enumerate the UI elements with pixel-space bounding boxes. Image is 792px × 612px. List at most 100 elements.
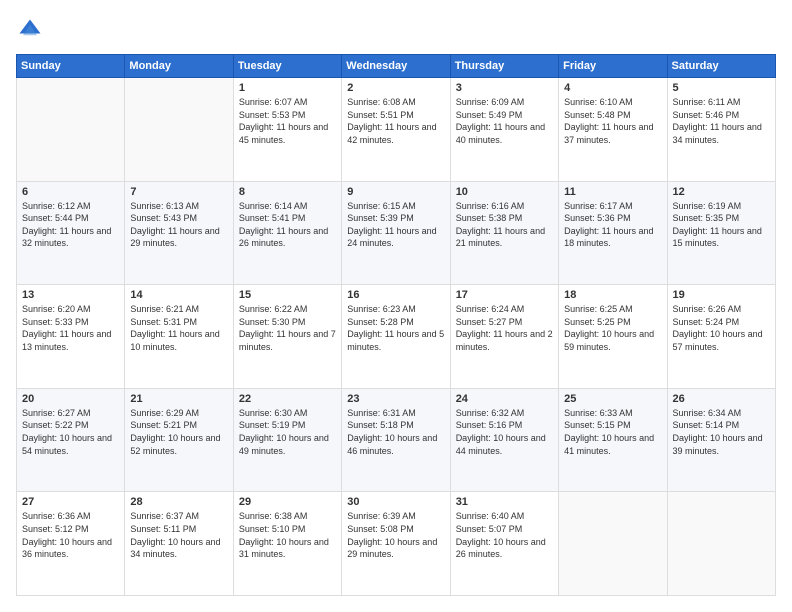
weekday-header-tuesday: Tuesday: [233, 55, 341, 78]
day-info: Sunrise: 6:07 AMSunset: 5:53 PMDaylight:…: [239, 96, 336, 146]
day-number: 23: [347, 393, 444, 405]
weekday-header-thursday: Thursday: [450, 55, 558, 78]
day-info: Sunrise: 6:14 AMSunset: 5:41 PMDaylight:…: [239, 200, 336, 250]
week-row-3: 20Sunrise: 6:27 AMSunset: 5:22 PMDayligh…: [17, 388, 776, 492]
day-number: 17: [456, 289, 553, 301]
calendar-cell: 22 Sunrise: 6:30 AMSunset: 5:19 PMDayligh…: [233, 388, 341, 492]
day-number: 7: [130, 186, 227, 198]
calendar-cell: 29 Sunrise: 6:38 AMSunset: 5:10 PMDayligh…: [233, 492, 341, 596]
day-number: 1: [239, 82, 336, 94]
day-info: Sunrise: 6:25 AMSunset: 5:25 PMDaylight:…: [564, 303, 661, 353]
day-number: 4: [564, 82, 661, 94]
calendar-cell: 3 Sunrise: 6:09 AMSunset: 5:49 PMDaylight…: [450, 78, 558, 182]
day-number: 27: [22, 496, 119, 508]
day-info: Sunrise: 6:26 AMSunset: 5:24 PMDaylight:…: [673, 303, 770, 353]
day-info: Sunrise: 6:09 AMSunset: 5:49 PMDaylight:…: [456, 96, 553, 146]
weekday-header-friday: Friday: [559, 55, 667, 78]
weekday-header-sunday: Sunday: [17, 55, 125, 78]
calendar-table: SundayMondayTuesdayWednesdayThursdayFrid…: [16, 54, 776, 596]
calendar-cell: 27 Sunrise: 6:36 AMSunset: 5:12 PMDayligh…: [17, 492, 125, 596]
day-info: Sunrise: 6:12 AMSunset: 5:44 PMDaylight:…: [22, 200, 119, 250]
day-info: Sunrise: 6:39 AMSunset: 5:08 PMDaylight:…: [347, 510, 444, 560]
week-row-0: 1 Sunrise: 6:07 AMSunset: 5:53 PMDaylight…: [17, 78, 776, 182]
calendar-cell: 5 Sunrise: 6:11 AMSunset: 5:46 PMDaylight…: [667, 78, 775, 182]
logo: [16, 16, 48, 44]
day-info: Sunrise: 6:31 AMSunset: 5:18 PMDaylight:…: [347, 407, 444, 457]
calendar-cell: 15 Sunrise: 6:22 AMSunset: 5:30 PMDayligh…: [233, 285, 341, 389]
day-info: Sunrise: 6:33 AMSunset: 5:15 PMDaylight:…: [564, 407, 661, 457]
day-number: 25: [564, 393, 661, 405]
day-number: 6: [22, 186, 119, 198]
day-info: Sunrise: 6:21 AMSunset: 5:31 PMDaylight:…: [130, 303, 227, 353]
calendar-cell: [667, 492, 775, 596]
day-number: 18: [564, 289, 661, 301]
calendar-cell: 2 Sunrise: 6:08 AMSunset: 5:51 PMDaylight…: [342, 78, 450, 182]
calendar-cell: 18 Sunrise: 6:25 AMSunset: 5:25 PMDayligh…: [559, 285, 667, 389]
calendar-cell: 26 Sunrise: 6:34 AMSunset: 5:14 PMDayligh…: [667, 388, 775, 492]
calendar-cell: [125, 78, 233, 182]
day-info: Sunrise: 6:37 AMSunset: 5:11 PMDaylight:…: [130, 510, 227, 560]
day-info: Sunrise: 6:30 AMSunset: 5:19 PMDaylight:…: [239, 407, 336, 457]
day-number: 2: [347, 82, 444, 94]
day-number: 10: [456, 186, 553, 198]
calendar-cell: 30 Sunrise: 6:39 AMSunset: 5:08 PMDayligh…: [342, 492, 450, 596]
day-info: Sunrise: 6:19 AMSunset: 5:35 PMDaylight:…: [673, 200, 770, 250]
day-number: 16: [347, 289, 444, 301]
day-number: 12: [673, 186, 770, 198]
day-info: Sunrise: 6:13 AMSunset: 5:43 PMDaylight:…: [130, 200, 227, 250]
calendar-cell: 4 Sunrise: 6:10 AMSunset: 5:48 PMDaylight…: [559, 78, 667, 182]
calendar-cell: 20Sunrise: 6:27 AMSunset: 5:22 PMDayligh…: [17, 388, 125, 492]
day-number: 5: [673, 82, 770, 94]
day-number: 15: [239, 289, 336, 301]
day-info: Sunrise: 6:20 AMSunset: 5:33 PMDaylight:…: [22, 303, 119, 353]
day-info: Sunrise: 6:16 AMSunset: 5:38 PMDaylight:…: [456, 200, 553, 250]
weekday-header-monday: Monday: [125, 55, 233, 78]
day-number: 22: [239, 393, 336, 405]
calendar-body: 1 Sunrise: 6:07 AMSunset: 5:53 PMDaylight…: [17, 78, 776, 596]
day-info: Sunrise: 6:10 AMSunset: 5:48 PMDaylight:…: [564, 96, 661, 146]
day-number: 8: [239, 186, 336, 198]
day-number: 19: [673, 289, 770, 301]
day-number: 21: [130, 393, 227, 405]
day-number: 24: [456, 393, 553, 405]
day-number: 13: [22, 289, 119, 301]
calendar-cell: 17Sunrise: 6:24 AMSunset: 5:27 PMDayligh…: [450, 285, 558, 389]
calendar-cell: 1 Sunrise: 6:07 AMSunset: 5:53 PMDaylight…: [233, 78, 341, 182]
week-row-1: 6 Sunrise: 6:12 AMSunset: 5:44 PMDaylight…: [17, 181, 776, 285]
day-info: Sunrise: 6:11 AMSunset: 5:46 PMDaylight:…: [673, 96, 770, 146]
day-number: 26: [673, 393, 770, 405]
calendar-cell: 24 Sunrise: 6:32 AMSunset: 5:16 PMDayligh…: [450, 388, 558, 492]
day-number: 3: [456, 82, 553, 94]
week-row-2: 13 Sunrise: 6:20 AMSunset: 5:33 PMDayligh…: [17, 285, 776, 389]
day-info: Sunrise: 6:08 AMSunset: 5:51 PMDaylight:…: [347, 96, 444, 146]
day-info: Sunrise: 6:27 AMSunset: 5:22 PMDaylight:…: [22, 407, 119, 457]
calendar-cell: 28Sunrise: 6:37 AMSunset: 5:11 PMDayligh…: [125, 492, 233, 596]
day-number: 31: [456, 496, 553, 508]
day-number: 29: [239, 496, 336, 508]
day-info: Sunrise: 6:29 AMSunset: 5:21 PMDaylight:…: [130, 407, 227, 457]
day-info: Sunrise: 6:34 AMSunset: 5:14 PMDaylight:…: [673, 407, 770, 457]
calendar-cell: 25 Sunrise: 6:33 AMSunset: 5:15 PMDayligh…: [559, 388, 667, 492]
calendar-cell: 16 Sunrise: 6:23 AMSunset: 5:28 PMDayligh…: [342, 285, 450, 389]
day-number: 30: [347, 496, 444, 508]
calendar-cell: 6 Sunrise: 6:12 AMSunset: 5:44 PMDaylight…: [17, 181, 125, 285]
calendar-cell: 14 Sunrise: 6:21 AMSunset: 5:31 PMDayligh…: [125, 285, 233, 389]
day-info: Sunrise: 6:36 AMSunset: 5:12 PMDaylight:…: [22, 510, 119, 560]
calendar-cell: 23 Sunrise: 6:31 AMSunset: 5:18 PMDayligh…: [342, 388, 450, 492]
day-number: 11: [564, 186, 661, 198]
day-info: Sunrise: 6:32 AMSunset: 5:16 PMDaylight:…: [456, 407, 553, 457]
weekday-header-row: SundayMondayTuesdayWednesdayThursdayFrid…: [17, 55, 776, 78]
calendar-cell: 12 Sunrise: 6:19 AMSunset: 5:35 PMDayligh…: [667, 181, 775, 285]
page: SundayMondayTuesdayWednesdayThursdayFrid…: [0, 0, 792, 612]
weekday-header-saturday: Saturday: [667, 55, 775, 78]
calendar-cell: 8 Sunrise: 6:14 AMSunset: 5:41 PMDaylight…: [233, 181, 341, 285]
day-info: Sunrise: 6:22 AMSunset: 5:30 PMDaylight:…: [239, 303, 336, 353]
day-info: Sunrise: 6:23 AMSunset: 5:28 PMDaylight:…: [347, 303, 444, 353]
day-info: Sunrise: 6:38 AMSunset: 5:10 PMDaylight:…: [239, 510, 336, 560]
calendar-cell: [17, 78, 125, 182]
week-row-4: 27 Sunrise: 6:36 AMSunset: 5:12 PMDayligh…: [17, 492, 776, 596]
day-number: 14: [130, 289, 227, 301]
day-info: Sunrise: 6:17 AMSunset: 5:36 PMDaylight:…: [564, 200, 661, 250]
calendar-cell: 21 Sunrise: 6:29 AMSunset: 5:21 PMDayligh…: [125, 388, 233, 492]
day-info: Sunrise: 6:40 AMSunset: 5:07 PMDaylight:…: [456, 510, 553, 560]
